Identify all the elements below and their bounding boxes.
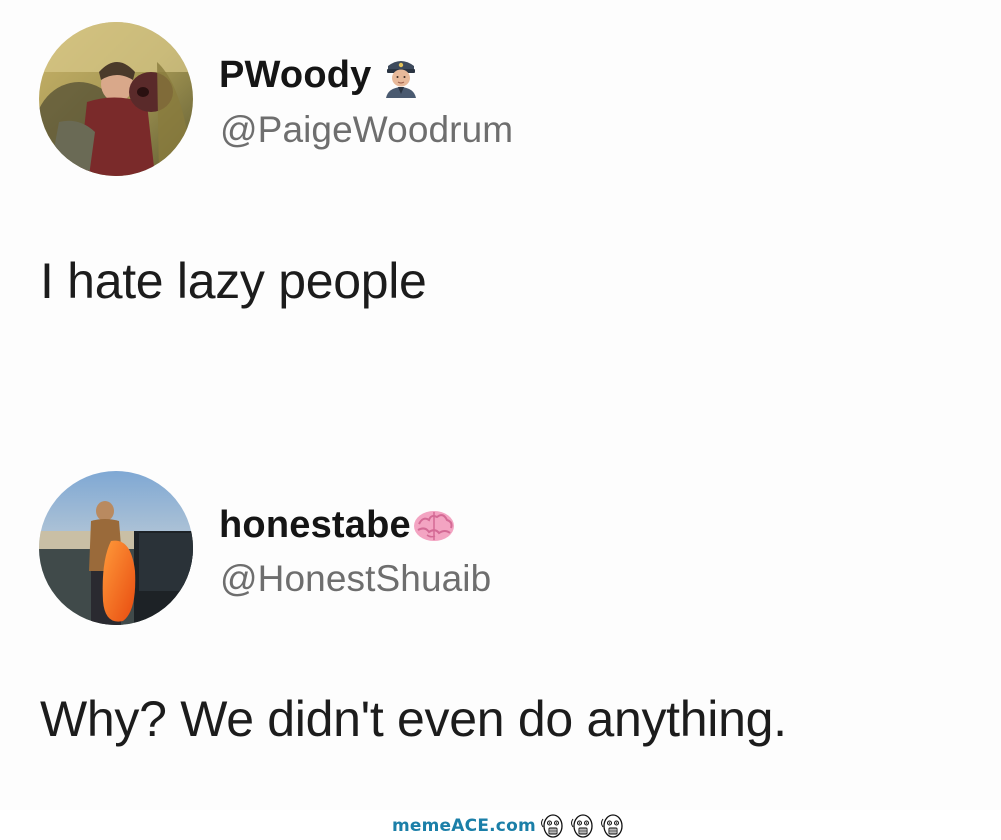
display-name-line: honestabe [219,502,457,548]
display-name-line: PWoody [219,52,424,98]
meme-canvas: PWoody @PaigeWoodrum I hate lazy people [0,0,1001,840]
handle[interactable]: @PaigeWoodrum [220,109,513,151]
tweet: PWoody @PaigeWoodrum I hate lazy people [0,0,1001,420]
display-name[interactable]: honestabe [219,504,411,547]
watermark-text: memeACE.com [392,816,536,836]
tweet-text: Why? We didn't even do anything. [40,691,787,747]
tweet-text: I hate lazy people [40,253,427,309]
watermark: memeACE.com [392,813,628,839]
handle[interactable]: @HonestShuaib [220,558,491,600]
avatar-photo [39,471,193,625]
tweet: honestabe @HonestShuaib Why? We didn't e… [0,420,1001,810]
rage-faces-icon [538,813,628,839]
police-officer-emoji-icon [378,52,424,98]
display-name[interactable]: PWoody [219,54,372,97]
brain-emoji-icon [411,502,457,548]
watermark-footer: memeACE.com [0,810,1001,840]
avatar[interactable] [39,471,193,625]
avatar-photo [39,22,193,176]
avatar[interactable] [39,22,193,176]
